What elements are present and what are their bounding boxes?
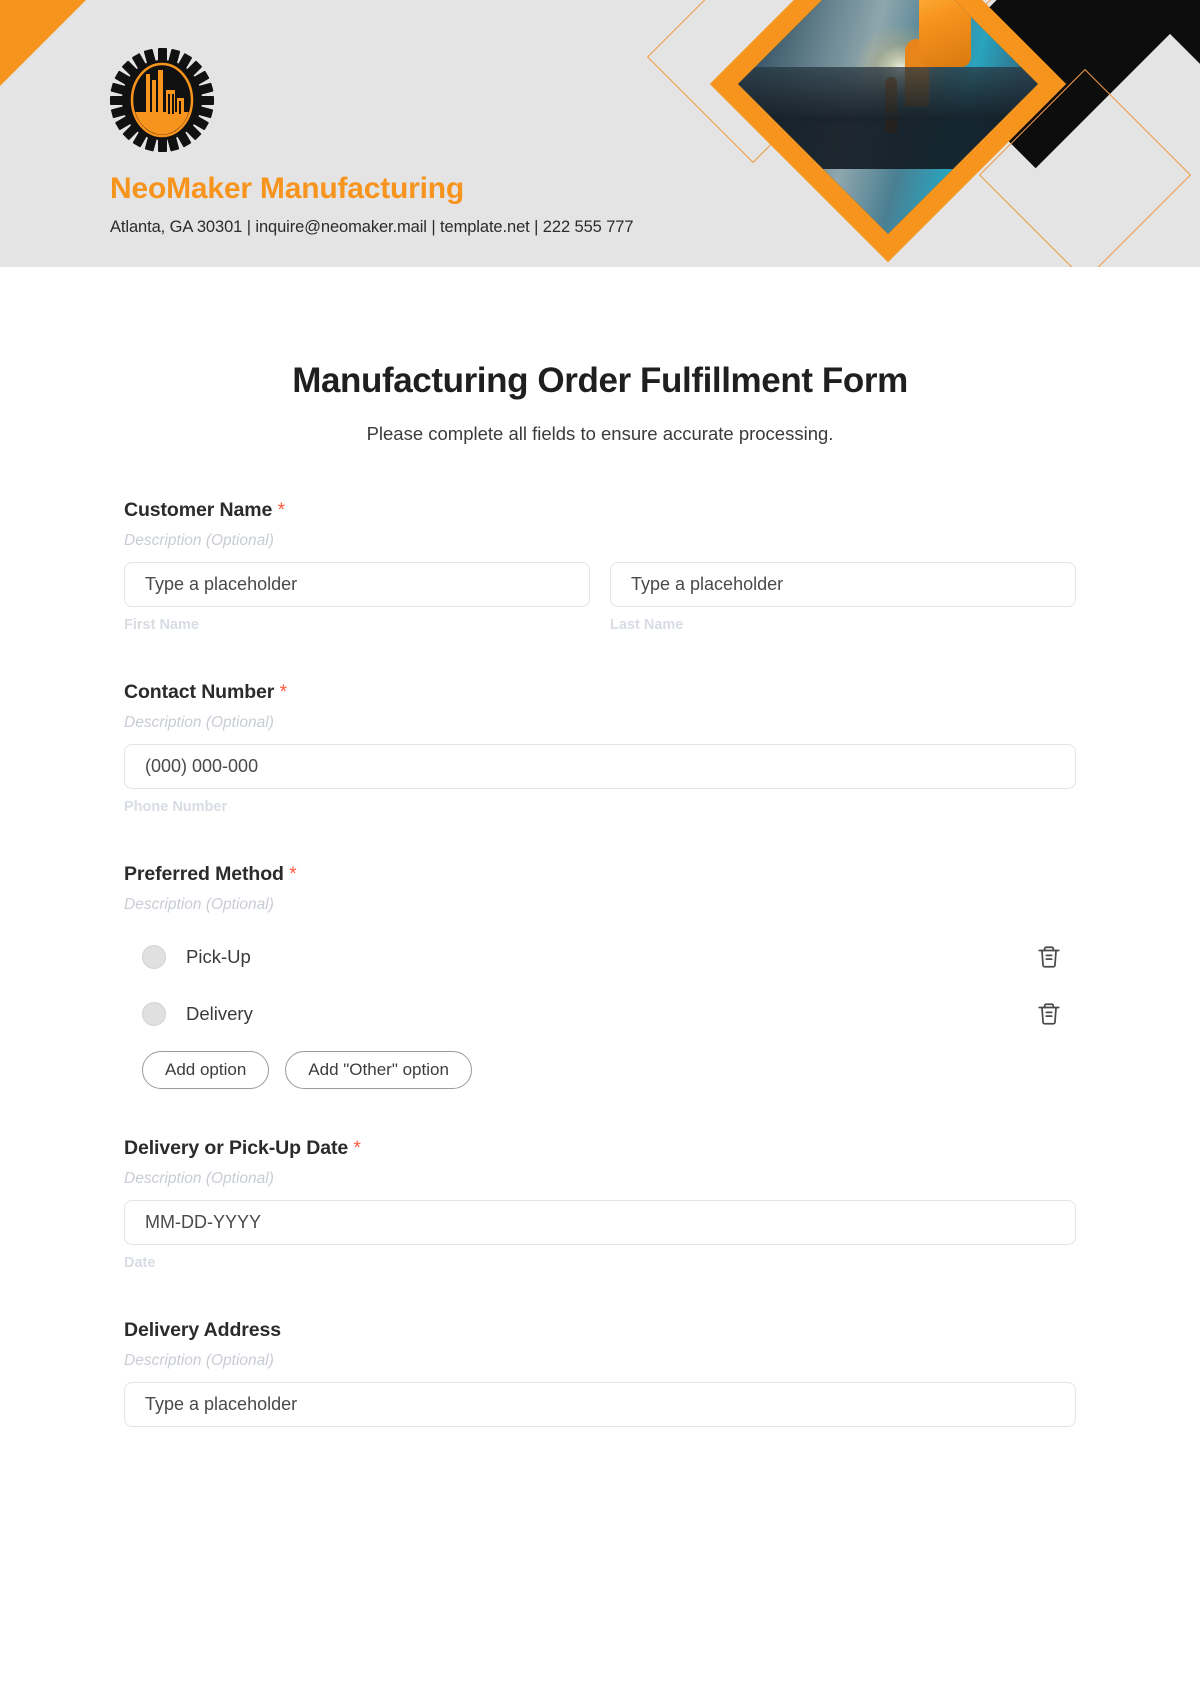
- required-marker: *: [277, 500, 285, 521]
- sub-label-row: First Name Last Name: [124, 617, 1076, 633]
- sub-label-row: Phone Number: [124, 799, 1076, 815]
- date-sub-label: Date: [124, 1255, 156, 1271]
- form-content: Manufacturing Order Fulfillment Form Ple…: [0, 361, 1200, 1427]
- gear-factory-icon: [110, 48, 214, 152]
- field-preferred-method: Preferred Method * Description (Optional…: [124, 863, 1076, 1089]
- date-input[interactable]: MM-DD-YYYY: [124, 1200, 1076, 1245]
- last-name-sub-label: Last Name: [610, 617, 684, 633]
- form-page: NeoMaker Manufacturing Atlanta, GA 30301…: [0, 0, 1200, 1701]
- corner-triangle-decoration: [0, 0, 86, 86]
- add-other-option-button[interactable]: Add "Other" option: [285, 1051, 472, 1089]
- phone-number-sub-label: Phone Number: [124, 799, 228, 815]
- option-label: Pick-Up: [186, 946, 251, 967]
- field-label-text: Preferred Method: [124, 863, 284, 885]
- option-buttons: Add option Add "Other" option: [124, 1051, 1076, 1089]
- delivery-address-input[interactable]: Type a placeholder: [124, 1382, 1076, 1427]
- first-name-input[interactable]: Type a placeholder: [124, 562, 590, 607]
- field-customer-name: Customer Name * Description (Optional) T…: [124, 499, 1076, 633]
- first-name-sub-label: First Name: [124, 617, 199, 633]
- field-label: Contact Number *: [124, 681, 1076, 704]
- field-label-text: Delivery or Pick-Up Date: [124, 1137, 349, 1159]
- field-label: Preferred Method *: [124, 863, 1076, 886]
- input-row: Type a placeholder Type a placeholder: [124, 562, 1076, 607]
- field-label: Delivery or Pick-Up Date *: [124, 1137, 1076, 1160]
- field-label-text: Delivery Address: [124, 1319, 282, 1341]
- brand-logo-block: NeoMaker Manufacturing Atlanta, GA 30301…: [110, 48, 634, 237]
- radio-button-icon[interactable]: [142, 1002, 166, 1026]
- last-name-input[interactable]: Type a placeholder: [610, 562, 1076, 607]
- field-description: Description (Optional): [124, 714, 274, 731]
- field-label-text: Customer Name: [124, 499, 273, 521]
- option-row-pickup[interactable]: Pick-Up: [124, 934, 1076, 980]
- required-marker: *: [289, 864, 297, 885]
- field-label: Customer Name *: [124, 499, 1076, 522]
- option-list: Pick-Up Delivery: [124, 934, 1076, 1037]
- page-header: NeoMaker Manufacturing Atlanta, GA 30301…: [0, 0, 1200, 267]
- page-title: Manufacturing Order Fulfillment Form: [292, 361, 908, 400]
- sub-label-row: Date: [124, 1255, 1076, 1271]
- input-row: Type a placeholder: [124, 1382, 1076, 1427]
- required-marker: *: [279, 682, 287, 703]
- field-description: Description (Optional): [124, 532, 274, 549]
- page-subtitle: Please complete all fields to ensure acc…: [366, 423, 834, 444]
- field-delivery-date: Delivery or Pick-Up Date * Description (…: [124, 1137, 1076, 1271]
- field-description: Description (Optional): [124, 1352, 274, 1369]
- phone-number-input[interactable]: (000) 000-000: [124, 744, 1076, 789]
- field-description: Description (Optional): [124, 896, 274, 913]
- input-row: MM-DD-YYYY: [124, 1200, 1076, 1245]
- field-contact-number: Contact Number * Description (Optional) …: [124, 681, 1076, 815]
- field-label: Delivery Address: [124, 1319, 1076, 1342]
- option-label: Delivery: [186, 1003, 253, 1024]
- brand-contact-line: Atlanta, GA 30301 | inquire@neomaker.mai…: [110, 218, 634, 236]
- radio-button-icon[interactable]: [142, 945, 166, 969]
- option-row-delivery[interactable]: Delivery: [124, 991, 1076, 1037]
- trash-icon[interactable]: [1036, 1001, 1062, 1027]
- required-marker: *: [353, 1138, 361, 1159]
- industrial-robot-welding-photo: [738, 0, 1038, 234]
- field-description: Description (Optional): [124, 1170, 274, 1187]
- field-label-text: Contact Number: [124, 681, 275, 703]
- trash-icon[interactable]: [1036, 944, 1062, 970]
- brand-name: NeoMaker Manufacturing: [110, 172, 464, 205]
- input-row: (000) 000-000: [124, 744, 1076, 789]
- add-option-button[interactable]: Add option: [142, 1051, 270, 1089]
- field-delivery-address: Delivery Address Description (Optional) …: [124, 1319, 1076, 1427]
